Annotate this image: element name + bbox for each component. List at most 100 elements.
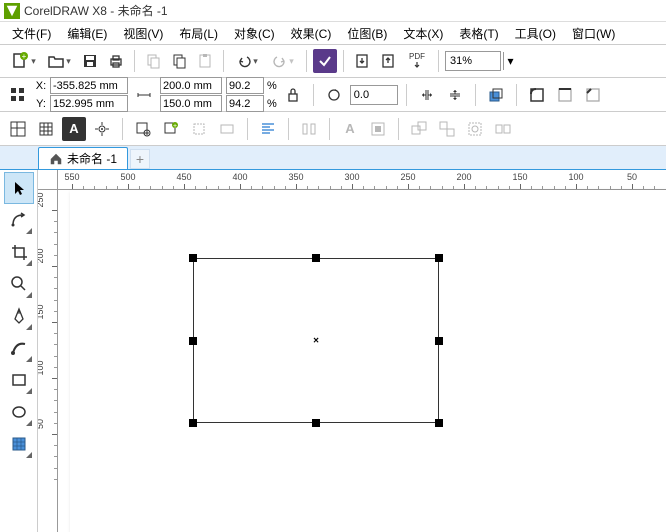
- svg-text:+: +: [173, 123, 177, 130]
- horizontal-ruler[interactable]: 55050045040035030025020015010050: [58, 170, 666, 190]
- zoom-tool[interactable]: [4, 268, 34, 300]
- import-button[interactable]: [350, 49, 374, 73]
- vertical-ruler[interactable]: 25020015010050: [38, 190, 58, 532]
- open-button[interactable]: ▾: [42, 49, 76, 73]
- rotation-input[interactable]: [350, 85, 398, 105]
- paste-button[interactable]: [193, 49, 217, 73]
- distribute-button[interactable]: +: [159, 117, 183, 141]
- mirror-v-button[interactable]: [443, 83, 467, 107]
- handle-se[interactable]: [435, 419, 443, 427]
- scale-y-input[interactable]: [226, 95, 264, 112]
- title-bar: CorelDRAW X8 - 未命名 -1: [0, 0, 666, 22]
- print-button[interactable]: [104, 49, 128, 73]
- app-title: CorelDRAW X8 - 未命名 -1: [24, 2, 168, 19]
- combine-button[interactable]: [463, 117, 487, 141]
- canvas[interactable]: ×: [58, 190, 666, 532]
- zoom-combo[interactable]: 31%: [445, 51, 501, 71]
- pdf-label: PDF: [409, 53, 425, 61]
- corner-chamfer-button[interactable]: [581, 83, 605, 107]
- document-tabs: 未命名 -1 +: [0, 146, 666, 170]
- break-button[interactable]: [491, 117, 515, 141]
- corner-scallop-button[interactable]: [553, 83, 577, 107]
- rotation-icon: [322, 83, 346, 107]
- view-button[interactable]: [90, 117, 114, 141]
- menu-bitmap[interactable]: 位图(B): [339, 23, 395, 44]
- handle-sw[interactable]: [189, 419, 197, 427]
- copy-button[interactable]: [167, 49, 191, 73]
- menu-effects[interactable]: 效果(C): [283, 23, 340, 44]
- undo-button[interactable]: ▾: [230, 49, 264, 73]
- handle-nw[interactable]: [189, 254, 197, 262]
- menu-layout[interactable]: 布局(L): [171, 23, 226, 44]
- grid-button[interactable]: [34, 117, 58, 141]
- selection-center-icon[interactable]: ×: [313, 336, 319, 347]
- order-front-button[interactable]: [484, 83, 508, 107]
- x-position-input[interactable]: [50, 77, 128, 94]
- artistic-media-tool[interactable]: [4, 332, 34, 364]
- group-button[interactable]: [407, 117, 431, 141]
- menu-view[interactable]: 视图(V): [115, 23, 171, 44]
- height-input[interactable]: [160, 95, 222, 112]
- menu-edit[interactable]: 编辑(E): [59, 23, 115, 44]
- new-tab-button[interactable]: +: [130, 149, 150, 169]
- shape-button[interactable]: [215, 117, 239, 141]
- polygon-tool[interactable]: [4, 428, 34, 460]
- shape-tool[interactable]: [4, 204, 34, 236]
- search-button[interactable]: [313, 49, 337, 73]
- pick-tool[interactable]: [4, 172, 34, 204]
- handle-s[interactable]: [312, 419, 320, 427]
- menu-table[interactable]: 表格(T): [451, 23, 506, 44]
- y-position-input[interactable]: [50, 95, 128, 112]
- menu-file[interactable]: 文件(F): [4, 23, 59, 44]
- standard-toolbar: +▾ ▾ ▾ ▾ PDF 31% ▾: [0, 44, 666, 78]
- ellipse-tool[interactable]: [4, 396, 34, 428]
- columns-button[interactable]: [297, 117, 321, 141]
- align-button[interactable]: [131, 117, 155, 141]
- freehand-tool[interactable]: [4, 300, 34, 332]
- zoom-value: 31%: [450, 55, 472, 67]
- menu-window[interactable]: 窗口(W): [564, 23, 623, 44]
- handle-e[interactable]: [435, 337, 443, 345]
- save-button[interactable]: [78, 49, 102, 73]
- property-bar: X: Y: % %: [0, 78, 666, 112]
- ruler-origin[interactable]: [38, 170, 58, 190]
- handle-w[interactable]: [189, 337, 197, 345]
- text-a-button[interactable]: A: [62, 117, 86, 141]
- export-button[interactable]: [376, 49, 400, 73]
- svg-text:+: +: [22, 52, 27, 61]
- cut-button[interactable]: [141, 49, 165, 73]
- menu-bar: 文件(F) 编辑(E) 视图(V) 布局(L) 对象(C) 效果(C) 位图(B…: [0, 22, 666, 44]
- app-icon: [4, 3, 20, 19]
- new-button[interactable]: +▾: [6, 49, 40, 73]
- corner-round-button[interactable]: [525, 83, 549, 107]
- lock-ratio-button[interactable]: [281, 83, 305, 107]
- redo-button[interactable]: ▾: [266, 49, 300, 73]
- select-all-icon[interactable]: [6, 83, 30, 107]
- wrap-button[interactable]: [366, 117, 390, 141]
- width-input[interactable]: [160, 77, 222, 94]
- toolbox: [0, 170, 38, 532]
- main-area: 55050045040035030025020015010050 2502001…: [0, 170, 666, 532]
- crop-tool[interactable]: [4, 236, 34, 268]
- handle-ne[interactable]: [435, 254, 443, 262]
- x-label: X:: [34, 80, 48, 92]
- scale-x-input[interactable]: [226, 77, 264, 94]
- ungroup-button[interactable]: [435, 117, 459, 141]
- menu-tools[interactable]: 工具(O): [507, 23, 564, 44]
- canvas-area: 55050045040035030025020015010050 2502001…: [38, 170, 666, 532]
- menu-text[interactable]: 文本(X): [395, 23, 451, 44]
- mirror-h-button[interactable]: [415, 83, 439, 107]
- transform-button[interactable]: [187, 117, 211, 141]
- home-icon: [49, 152, 63, 166]
- paragraph-left-button[interactable]: [256, 117, 280, 141]
- zoom-dropdown[interactable]: ▾: [503, 52, 517, 70]
- rectangle-tool[interactable]: [4, 364, 34, 396]
- tab-label: 未命名 -1: [67, 150, 117, 167]
- handle-n[interactable]: [312, 254, 320, 262]
- publish-pdf-button[interactable]: PDF: [402, 49, 432, 73]
- document-tab[interactable]: 未命名 -1: [38, 147, 128, 169]
- menu-object[interactable]: 对象(C): [226, 23, 283, 44]
- snap-button[interactable]: [6, 117, 30, 141]
- text-frame-button[interactable]: A: [338, 117, 362, 141]
- secondary-toolbar: A + A: [0, 112, 666, 146]
